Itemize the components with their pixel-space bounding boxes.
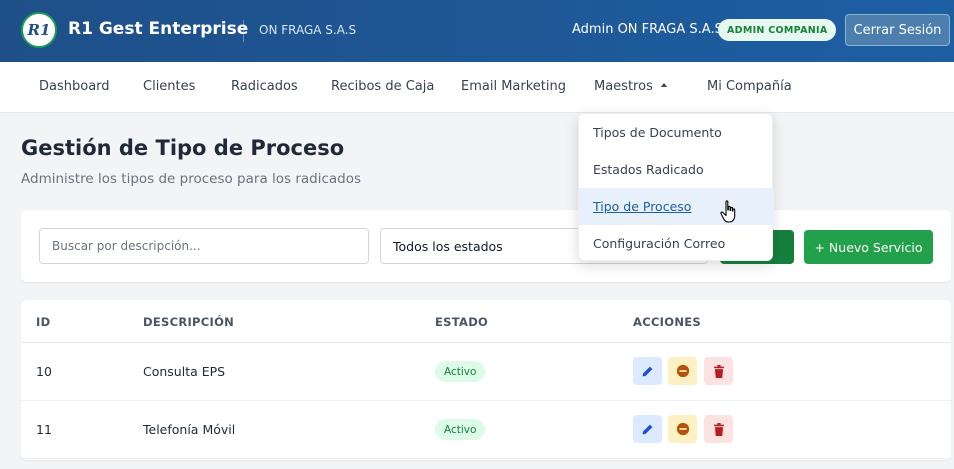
th-descripcion: DESCRIPCIÓN xyxy=(143,315,235,329)
nav-mi-compania[interactable]: Mi Compañía xyxy=(707,79,792,94)
th-estado: ESTADO xyxy=(435,315,489,329)
status-badge: Activo xyxy=(435,361,486,382)
table-header: ID DESCRIPCIÓN ESTADO ACCIONES xyxy=(21,300,951,343)
status-badge: Activo xyxy=(435,419,486,440)
nav-maestros-label: Maestros xyxy=(594,79,653,94)
process-type-table: ID DESCRIPCIÓN ESTADO ACCIONES 10 Consul… xyxy=(21,300,951,460)
role-badge: ADMIN COMPANIA xyxy=(718,19,837,41)
menu-item-configuracion-correo[interactable]: Configuración Correo xyxy=(579,225,774,262)
minus-circle-icon xyxy=(676,364,689,378)
delete-button[interactable] xyxy=(704,415,733,443)
edit-button[interactable] xyxy=(633,415,662,443)
nav-recibos-de-caja[interactable]: Recibos de Caja xyxy=(331,79,434,94)
top-header: R1 R1 Gest Enterprise ON FRAGA S.A.S Adm… xyxy=(0,0,954,62)
trash-icon xyxy=(713,422,724,436)
nav-clientes[interactable]: Clientes xyxy=(143,79,195,94)
new-service-button[interactable]: + Nuevo Servicio xyxy=(804,230,933,264)
filter-card: Todos los estados + Nuevo Servicio xyxy=(21,210,951,282)
edit-button[interactable] xyxy=(633,357,662,385)
page-title: Gestión de Tipo de Proceso xyxy=(21,136,345,160)
nav-email-marketing[interactable]: Email Marketing xyxy=(461,79,566,94)
row-description: Telefonía Móvil xyxy=(143,422,236,437)
nav-maestros[interactable]: Maestros xyxy=(594,79,667,94)
toggle-status-button[interactable] xyxy=(668,415,697,443)
main-nav: Dashboard Clientes Radicados Recibos de … xyxy=(0,62,954,113)
logo-text: R1 xyxy=(27,21,51,39)
logout-button[interactable]: Cerrar Sesión xyxy=(845,14,950,46)
menu-item-tipo-de-proceso[interactable]: Tipo de Proceso xyxy=(579,188,774,225)
status-select-value: Todos los estados xyxy=(393,238,503,254)
header-divider xyxy=(243,20,244,42)
page-subtitle: Administre los tipos de proceso para los… xyxy=(21,171,362,187)
row-id: 10 xyxy=(36,364,52,379)
minus-circle-icon xyxy=(676,422,689,436)
th-acciones: ACCIONES xyxy=(633,315,701,329)
row-id: 11 xyxy=(36,422,52,437)
delete-button[interactable] xyxy=(704,357,733,385)
toggle-status-button[interactable] xyxy=(668,357,697,385)
menu-item-tipos-de-documento[interactable]: Tipos de Documento xyxy=(579,114,774,151)
app-logo: R1 xyxy=(21,12,57,48)
menu-item-estados-radicado[interactable]: Estados Radicado xyxy=(579,151,774,188)
company-name: ON FRAGA S.A.S xyxy=(259,23,357,37)
table-row: 10 Consulta EPS Activo xyxy=(21,343,951,401)
hand-pointer-icon xyxy=(720,200,736,223)
caret-up-icon xyxy=(660,82,667,87)
nav-dashboard[interactable]: Dashboard xyxy=(39,79,110,94)
nav-radicados[interactable]: Radicados xyxy=(231,79,298,94)
trash-icon xyxy=(713,364,724,378)
table-row: 11 Telefonía Móvil Activo xyxy=(21,401,951,459)
search-input[interactable] xyxy=(39,228,369,264)
app-title: R1 Gest Enterprise xyxy=(68,19,249,39)
row-description: Consulta EPS xyxy=(143,364,226,379)
user-name: Admin ON FRAGA S.A.S xyxy=(572,22,723,37)
pencil-icon xyxy=(642,424,653,434)
th-id: ID xyxy=(36,315,51,329)
maestros-dropdown: Tipos de Documento Estados Radicado Tipo… xyxy=(578,113,774,262)
pencil-icon xyxy=(642,366,653,376)
